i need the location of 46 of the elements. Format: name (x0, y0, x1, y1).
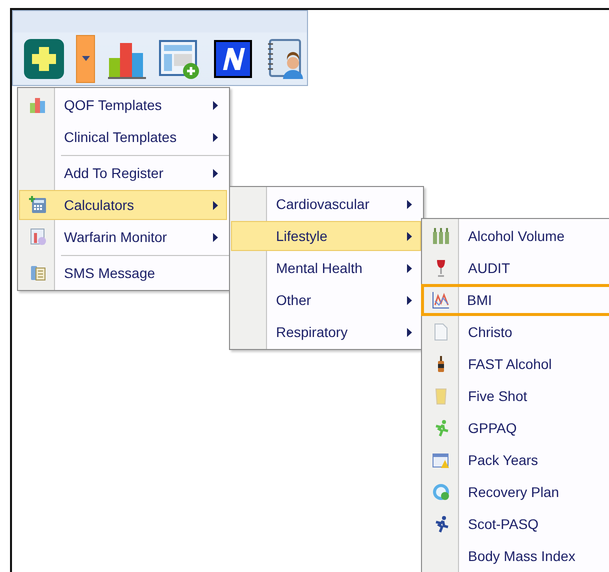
chart-info-icon (28, 228, 46, 246)
menu-item[interactable]: Warfarin Monitor (19, 222, 227, 252)
submenu-arrow-icon (407, 264, 412, 272)
menu-item[interactable]: Respiratory (231, 317, 421, 347)
caret-icon (82, 56, 90, 62)
menu-item[interactable]: Cardiovascular (231, 189, 421, 219)
plus-icon (23, 38, 66, 80)
menu-item[interactable]: BMI (421, 284, 609, 316)
menu-item[interactable]: Body Mass Index (422, 540, 609, 572)
submenu-arrow-icon (213, 232, 218, 242)
calendar-warning-icon (432, 451, 450, 469)
menu-item[interactable]: Calculators (19, 190, 227, 220)
menu-item[interactable]: GPPAQ (422, 412, 609, 444)
menu-item[interactable]: Scot-PASQ (422, 508, 609, 540)
menu-item[interactable]: Other (231, 285, 421, 315)
submenu-arrow-icon (213, 132, 218, 142)
menu-item[interactable]: Alcohol Volume (422, 220, 609, 252)
menu-item[interactable]: Christo (422, 316, 609, 348)
menu-item[interactable]: Pack Years (422, 444, 609, 476)
submenu-arrow-icon (407, 200, 412, 208)
menu-item[interactable]: FAST Alcohol (422, 348, 609, 380)
menu-item[interactable]: Recovery Plan (422, 476, 609, 508)
submenu-arrow-icon (213, 100, 218, 110)
letter-n-icon (214, 40, 252, 78)
submenu-arrow-icon (407, 296, 412, 304)
submenu-arrow-icon (213, 200, 218, 210)
menu-item[interactable]: SMS Message (19, 258, 227, 288)
menu-item[interactable]: AUDIT (422, 252, 609, 284)
dropdown-button[interactable] (76, 35, 96, 83)
menu-item[interactable]: Lifestyle (231, 221, 421, 251)
menu-item[interactable]: QOF Templates (19, 90, 227, 120)
line-graph-icon (432, 291, 450, 309)
bottles-icon (432, 227, 450, 245)
menu-item[interactable]: Clinical Templates (19, 122, 227, 152)
document-icon (432, 323, 450, 341)
submenu-arrow-icon (407, 232, 412, 240)
submenu-arrow-icon (407, 328, 412, 336)
menu-item[interactable]: Mental Health (231, 253, 421, 283)
clock-plus-icon (432, 483, 450, 501)
submenu-arrow-icon (213, 168, 218, 178)
address-book-icon (266, 38, 306, 80)
phone-note-icon (28, 264, 46, 282)
bar-chart-icon (28, 96, 46, 114)
menu-item[interactable]: Five Shot (422, 380, 609, 412)
menu-item[interactable]: Add To Register (19, 158, 227, 188)
calculator-icon (28, 196, 46, 214)
